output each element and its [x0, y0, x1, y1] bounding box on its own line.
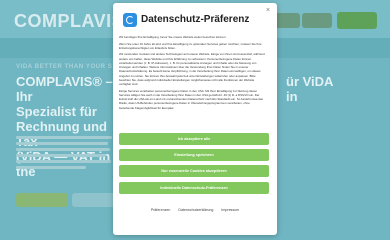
close-icon[interactable]: × — [264, 7, 272, 15]
footer-link-preferences[interactable]: Präferenzen — [151, 206, 171, 214]
site-logo: COMPLAVIS — [14, 11, 125, 31]
site-cta-secondary — [72, 193, 118, 207]
accept-all-button[interactable]: Ich akzeptiere alle — [119, 133, 269, 145]
site-text-line — [16, 136, 112, 139]
site-text-line — [16, 154, 106, 157]
consent-cookies-text: Wir verwenden Cookies und andere Technol… — [119, 52, 265, 87]
dialog-title: Datenschutz-Präferenz — [141, 14, 250, 25]
footer-link-imprint[interactable]: Impressum — [221, 206, 239, 214]
privacy-consent-dialog: Datenschutz-Präferenz × Wir benötigen Ih… — [113, 3, 277, 235]
site-cta-primary — [16, 193, 68, 207]
consent-intro-text: Wir benötigen Ihre Einwilligung, bevor S… — [119, 35, 227, 39]
site-hero-title-right: ür ViDA in — [286, 74, 334, 104]
save-settings-button[interactable]: Einstellung speichern — [119, 149, 269, 161]
individual-preferences-button[interactable]: Individuelle Datenschutz-Präferenzen — [119, 182, 269, 194]
dialog-footer: Präferenzen Datenschutzerklärung Impress… — [113, 206, 277, 214]
site-hero-title: COMPLAVIS® – Ihr Spezialist für Rechnung… — [16, 74, 113, 179]
site-text-line — [16, 160, 111, 163]
site-text-line — [16, 166, 86, 169]
site-nav-item — [302, 13, 332, 28]
consent-usa-text: Einige Services verarbeiten personenbezo… — [119, 88, 263, 110]
footer-link-privacy-policy[interactable]: Datenschutzerklärung — [178, 206, 213, 214]
shield-icon — [123, 12, 137, 27]
site-text-line — [16, 142, 108, 145]
essential-only-button[interactable]: Nur essenzielle Cookies akzeptieren — [119, 165, 269, 177]
dialog-header: Datenschutz-Präferenz — [123, 11, 249, 28]
consent-age-text: Wenn Sie unter 16 Jahre alt sind und Ihr… — [119, 41, 262, 50]
site-header-cta — [337, 12, 377, 29]
site-text-line — [16, 148, 110, 151]
site-overline: VIDA BETTER THAN YOUR SAP — [16, 64, 123, 70]
